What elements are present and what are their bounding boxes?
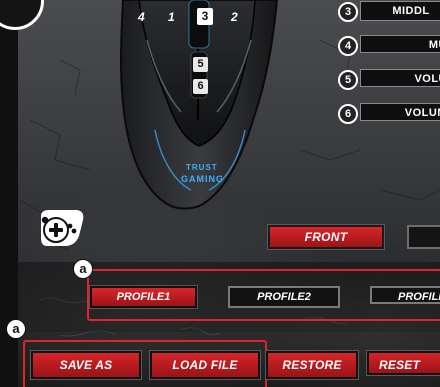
mouse-button-number-1[interactable]: 1 xyxy=(168,10,175,24)
back-view-button[interactable] xyxy=(407,225,440,249)
mouse-button-number-5[interactable]: 5 xyxy=(193,57,208,72)
button-number-badge: 4 xyxy=(338,36,358,56)
button-assignment-row-5[interactable]: 5 VOLU xyxy=(338,69,440,91)
gamepad-icon[interactable] xyxy=(37,206,87,250)
profile-1-button[interactable]: PROFILE1 xyxy=(90,286,197,308)
brand-logo-line-1: TRUST xyxy=(186,163,218,172)
annotation-marker-file: a xyxy=(6,319,26,339)
button-function-label[interactable]: MU xyxy=(360,35,440,53)
button-assignment-row-3[interactable]: 3 MIDDL xyxy=(338,1,440,23)
button-function-label[interactable]: MIDDL xyxy=(360,1,440,21)
mouse-button-number-4[interactable]: 4 xyxy=(138,10,145,24)
mouse-button-number-3[interactable]: 3 xyxy=(197,8,213,25)
button-number-badge: 5 xyxy=(338,70,358,90)
button-function-label[interactable]: VOLU xyxy=(360,69,440,87)
brand-logo-line-2: GAMING xyxy=(181,174,224,184)
front-view-button[interactable]: FRONT xyxy=(268,225,384,249)
profile-2-button[interactable]: PROFILE2 xyxy=(228,286,340,308)
save-as-button[interactable]: SAVE AS xyxy=(31,351,141,379)
restore-button[interactable]: RESTORE xyxy=(266,351,358,379)
button-assignment-row-4[interactable]: 4 MU xyxy=(338,35,440,57)
load-file-button[interactable]: LOAD FILE xyxy=(150,351,260,379)
button-function-label[interactable]: VOLUM xyxy=(360,103,440,121)
mouse-button-number-6[interactable]: 6 xyxy=(193,79,208,94)
mouse-config-screen: 4 1 3 2 5 6 TRUST GAMING 3 MIDDL 4 MU 5 … xyxy=(0,0,440,387)
reset-button[interactable]: RESET xyxy=(367,351,440,375)
mouse-button-number-2[interactable]: 2 xyxy=(231,10,238,24)
button-assignment-row-6[interactable]: 6 VOLUM xyxy=(338,103,440,125)
button-number-badge: 3 xyxy=(338,2,358,22)
profile-3-button[interactable]: PROFILI xyxy=(370,286,440,304)
annotation-marker-profiles: a xyxy=(73,259,93,279)
button-number-badge: 6 xyxy=(338,104,358,124)
